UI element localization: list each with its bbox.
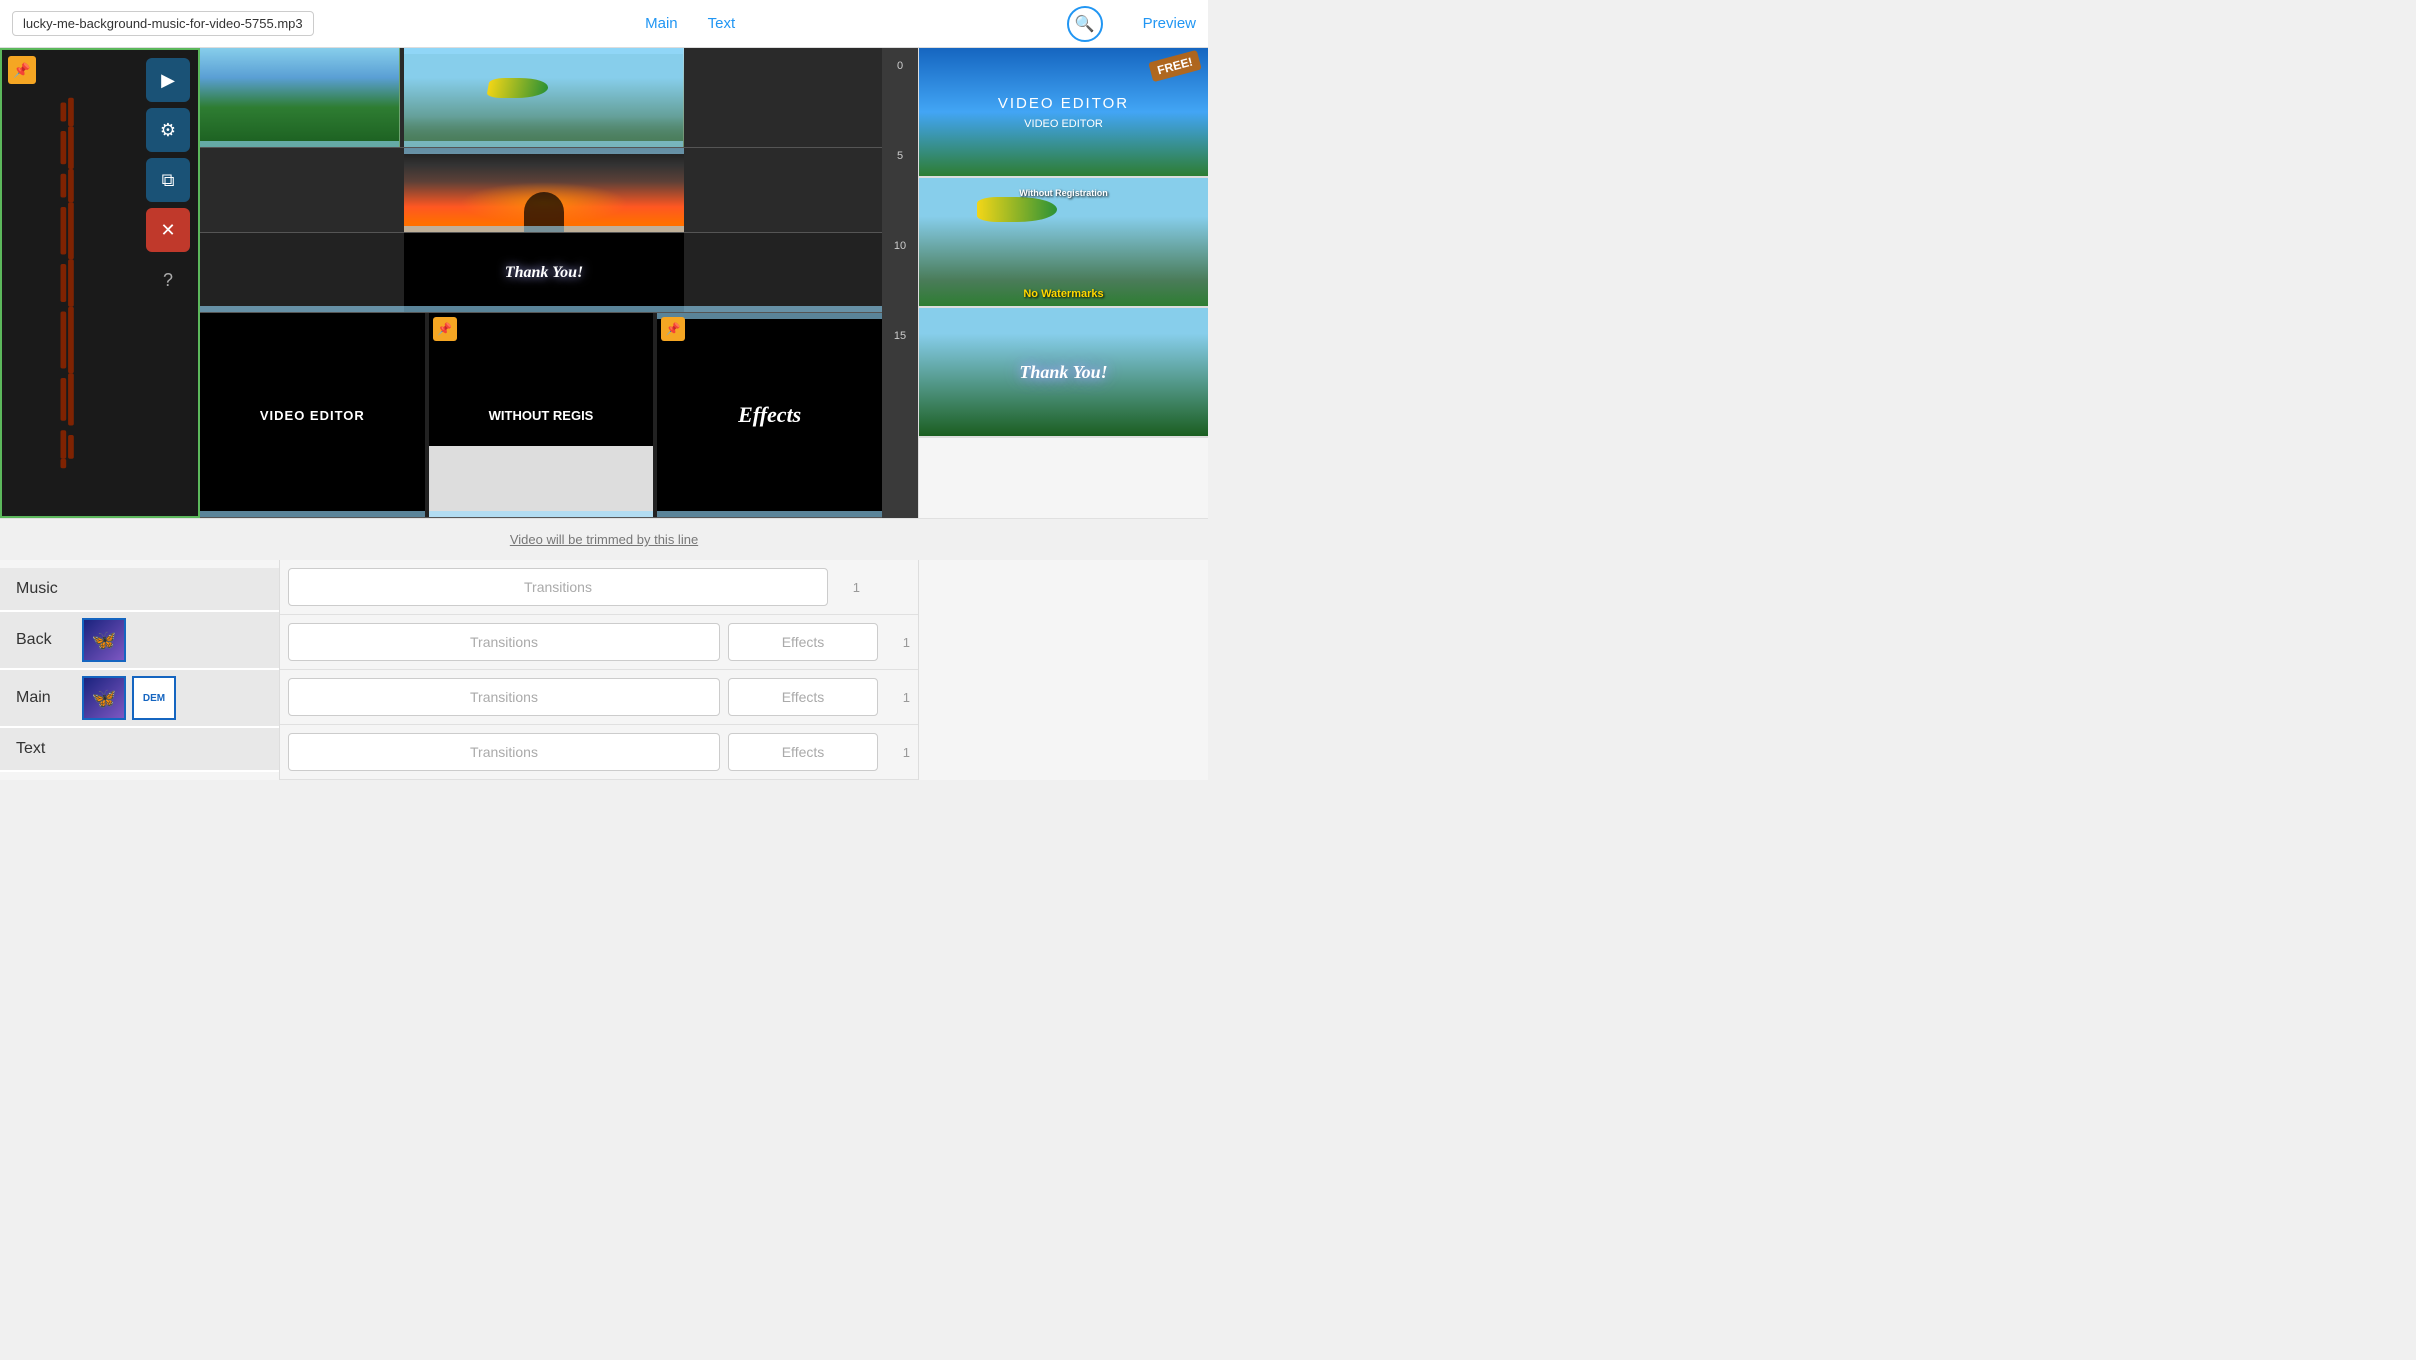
transitions-btn-4[interactable]: Transitions	[288, 733, 720, 771]
track-row-4: VIDEO EDITOR 📌 WITHOUT REGIS 📌 E	[200, 313, 882, 518]
menu-text[interactable]: Text	[0, 728, 279, 772]
menu-main-row: Main 🦋 DEM	[0, 670, 279, 728]
settings-button[interactable]: ⚙	[146, 108, 190, 152]
effects-text: Effects	[738, 402, 801, 428]
ruler-0: 0	[882, 56, 918, 146]
clip-glider[interactable]	[404, 48, 684, 147]
top-nav: Main Text	[334, 15, 1047, 32]
nav-preview[interactable]: Preview	[1143, 15, 1196, 32]
right-preview-bottom	[918, 560, 1208, 780]
effects-btn-3[interactable]: Effects	[728, 733, 878, 771]
menu-music[interactable]: Music	[0, 568, 279, 612]
bottom-track-row-2: Transitions Effects 1	[280, 615, 918, 670]
preview-thumb-2[interactable]: No Watermarks Without Registration	[919, 178, 1208, 308]
clip-pin: 📌	[433, 317, 457, 341]
clip-mountain[interactable]	[200, 48, 400, 147]
transitions-btn-1[interactable]: Transitions	[288, 568, 828, 606]
help-button[interactable]: ?	[146, 258, 190, 302]
transitions-btn-3[interactable]: Transitions	[288, 678, 720, 716]
search-icon: 🔍	[1075, 14, 1095, 34]
ruler-10: 10	[882, 236, 918, 326]
bottom-track-row-4: Transitions Effects 1	[280, 725, 918, 780]
mini-thumb-butterfly-2: 🦋	[82, 676, 126, 720]
track-num-2: 1	[886, 635, 910, 650]
preview-1-free-label: FREE!	[1148, 50, 1201, 82]
preview-thumb-1[interactable]: VIDEO EDITOR VIDEO EDITOR FREE!	[919, 48, 1208, 178]
preview-2-label: No Watermarks	[919, 288, 1208, 300]
clip-pin-2: 📌	[661, 317, 685, 341]
top-bar: lucky-me-background-music-for-video-5755…	[0, 0, 1208, 48]
video-editor-text: VIDEO EDITOR	[260, 408, 365, 423]
thankyou-text: Thank You!	[505, 264, 583, 282]
pin-icon: 📌	[13, 62, 30, 79]
transitions-btn-2[interactable]: Transitions	[288, 623, 720, 661]
timeline-area: 0 5 10 15	[200, 48, 918, 518]
mini-thumb-butterfly-1: 🦋	[82, 618, 126, 662]
waveform-svg	[35, 93, 105, 473]
preview-2-without: Without Registration	[919, 188, 1208, 198]
bottom-track-row-1: Transitions 1	[280, 560, 918, 615]
clip-fire[interactable]	[404, 148, 684, 232]
clip-effects[interactable]: 📌 Effects	[657, 313, 882, 517]
menu-main[interactable]: Main	[16, 685, 76, 711]
filename-display: lucky-me-background-music-for-video-5755…	[12, 11, 314, 36]
waveform-area: 📌	[2, 50, 138, 516]
menu-back[interactable]: Back	[16, 627, 76, 653]
nav-text[interactable]: Text	[708, 15, 736, 32]
track-row-1	[200, 48, 882, 148]
track-num-4: 1	[886, 745, 910, 760]
search-button[interactable]: 🔍	[1067, 6, 1103, 42]
left-menu: Music Back 🦋 Main 🦋 DEM Text	[0, 560, 280, 780]
track-row-3: Thank You!	[200, 233, 882, 313]
preview-thumb-3[interactable]: Thank You!	[919, 308, 1208, 438]
right-preview-panel: VIDEO EDITOR VIDEO EDITOR FREE! No Water…	[918, 48, 1208, 518]
track-num-1: 1	[836, 580, 860, 595]
bottom-section: Music Back 🦋 Main 🦋 DEM Text Transitions…	[0, 560, 1208, 780]
effects-btn-2[interactable]: Effects	[728, 678, 878, 716]
mini-thumb-dem: DEM	[132, 676, 176, 720]
trim-line-area: Video will be trimmed by this line	[0, 518, 1208, 560]
preview-3-thankyou: Thank You!	[1019, 362, 1107, 383]
preview-1-subtitle: VIDEO EDITOR	[998, 118, 1129, 130]
ruler-15: 15	[882, 326, 918, 416]
without-text: WITHOUT REGIS	[485, 408, 598, 423]
clip-without[interactable]: 📌 WITHOUT REGIS	[429, 313, 654, 517]
play-button[interactable]: ▶	[146, 58, 190, 102]
left-panel: 📌	[0, 48, 200, 518]
clip-video-editor[interactable]: VIDEO EDITOR	[200, 313, 425, 517]
trim-line-text: Video will be trimmed by this line	[510, 532, 698, 547]
track-num-3: 1	[886, 690, 910, 705]
preview-1-title: VIDEO EDITOR	[998, 94, 1129, 114]
bottom-track-row-3: Transitions Effects 1	[280, 670, 918, 725]
menu-back-row: Back 🦋	[0, 612, 279, 670]
controls-column: ▶ ⚙ ⧉ ✕ ?	[138, 50, 198, 516]
pin-button[interactable]: 📌	[8, 56, 36, 84]
track-row-2	[200, 148, 882, 233]
ruler-5: 5	[882, 146, 918, 236]
copy-button[interactable]: ⧉	[146, 158, 190, 202]
clip-thankyou[interactable]: Thank You!	[404, 233, 684, 312]
nav-main[interactable]: Main	[645, 15, 678, 32]
center-tracks: Transitions 1 Transitions Effects 1 Tran…	[280, 560, 918, 780]
delete-button[interactable]: ✕	[146, 208, 190, 252]
main-editor-area: 📌	[0, 48, 1208, 518]
effects-btn-1[interactable]: Effects	[728, 623, 878, 661]
